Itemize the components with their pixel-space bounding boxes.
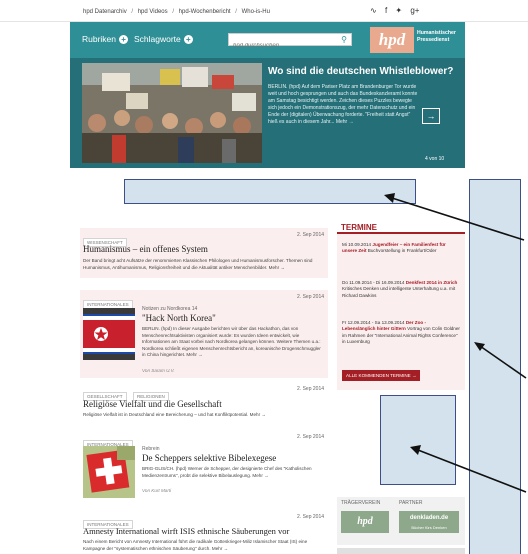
event-date: Do 11.09.2014 - Di 16.09.2014: [342, 280, 405, 285]
event-date: Fr 12.09.2014 - Sa 13.09.2014: [342, 320, 405, 325]
nav-schlagworte-label: Schlagworte: [134, 34, 181, 44]
north-korea-flag-image: [83, 308, 135, 360]
event-item[interactable]: Do 11.09.2014 - Di 16.09.2014 Denkfest 2…: [342, 280, 460, 299]
article-card[interactable]: Wissenschaft 2. Sep 2014 Humanismus – ei…: [80, 228, 328, 278]
article-teaser: BRIG-GLIS/CH. (hpd) Werner de Schepper, …: [142, 466, 312, 478]
banner-ad-placeholder[interactable]: [124, 179, 416, 204]
events-header: TERMINE: [337, 220, 465, 234]
plus-icon: +: [183, 35, 193, 44]
rss-icon[interactable]: ∿: [370, 6, 377, 15]
article-card[interactable]: Internationales 2. Sep 2014 Amnesty Inte…: [80, 510, 328, 554]
article-author: Von Kurt Marti: [142, 488, 172, 493]
article-title[interactable]: Amnesty International wirft ISIS ethnisc…: [83, 526, 289, 536]
article-thumbnail[interactable]: [83, 446, 135, 498]
event-item[interactable]: Fr 12.09.2014 - Sa 13.09.2014 Der Zoo - …: [342, 320, 460, 346]
search-input[interactable]: [229, 40, 329, 52]
nav-schlagworte[interactable]: Schlagworte +: [134, 34, 193, 44]
article-card[interactable]: Gesellschaft Religionen 2. Sep 2014 Reli…: [80, 382, 328, 424]
separator: /: [235, 9, 237, 15]
separator: /: [172, 9, 174, 15]
article-teaser: BERLIN. (hpd) In dieser Ausgabe berichte…: [142, 326, 321, 357]
article-teaser: Der Band bringt acht Aufsätze der renomm…: [83, 258, 313, 270]
article-title[interactable]: De Scheppers selektive Bibelexegese: [142, 453, 276, 463]
facebook-icon[interactable]: f: [385, 6, 387, 15]
events-sidebar: TERMINE Mi 10.09.2014 Jugendfeier – ein …: [337, 220, 465, 390]
article-teaser: Religiöse Vielfalt ist in Deutschland ei…: [83, 412, 267, 417]
article-subtitle: Rebrein: [142, 446, 160, 452]
site-header: Rubriken+ Schlagworte+ ⚲ hpd Humanistisc…: [70, 22, 465, 58]
skyscraper-ad-placeholder[interactable]: [469, 179, 521, 554]
partner-logo-name: denkladen.de: [409, 515, 449, 521]
swiss-flag-image: [83, 446, 135, 498]
article-card[interactable]: Internationales 2. Sep 2014 Notizen zu N…: [80, 290, 328, 378]
event-description: Buchvorstellung in Frankfurt/Oder: [367, 248, 437, 254]
article-thumbnail[interactable]: [83, 308, 135, 360]
nav-rubriken-label: Rubriken: [82, 34, 117, 44]
top-utility-bar: hpd Datenarchiv / hpd Videos / hpd-Woche…: [0, 0, 528, 22]
google-plus-icon[interactable]: g+: [410, 6, 419, 15]
article-author: Von Saram U.V.: [142, 368, 175, 373]
top-link-videos[interactable]: hpd Videos: [138, 9, 168, 15]
article-title[interactable]: "Hack North Korea": [142, 313, 216, 323]
page: hpd Datenarchiv / hpd Videos / hpd-Woche…: [0, 0, 528, 554]
partner-logo[interactable]: denkladen.de Bücher fürs Denken: [399, 511, 459, 533]
traegerverein-logo[interactable]: hpd: [341, 511, 389, 533]
article-teaser: Nach einem Bericht von Amnesty Internati…: [83, 539, 308, 551]
top-link-datenarchiv[interactable]: hpd Datenarchiv: [83, 9, 127, 15]
hero-image[interactable]: [82, 63, 262, 163]
article-date: 2. Sep 2014: [297, 232, 324, 238]
logo-text: Humanistischer Pressedienst: [417, 30, 459, 43]
event-item[interactable]: Mi 10.09.2014 Jugendfeier – ein Familien…: [342, 242, 460, 255]
nav-rubriken[interactable]: Rubriken +: [82, 34, 129, 44]
twitter-icon[interactable]: ✦: [395, 6, 402, 15]
top-link-wochenbericht[interactable]: hpd-Wochenbericht: [179, 9, 231, 15]
article-date: 2. Sep 2014: [297, 294, 324, 300]
event-title[interactable]: Denkfest 2014 in Zürich: [406, 280, 458, 285]
article-card[interactable]: Internationales 2. Sep 2014 Rebrein De S…: [80, 430, 328, 508]
search-icon[interactable]: ⚲: [341, 35, 347, 44]
traegerverein-label: Trägerverein: [341, 500, 381, 506]
social-links: ∿ f ✦ g+: [370, 6, 425, 15]
article-subtitle: Notizen zu Nordkorea 14: [142, 306, 198, 312]
slide-counter: 4 von 10: [425, 156, 445, 162]
events-heading: TERMINE: [341, 223, 377, 232]
search-box: ⚲: [228, 33, 352, 52]
article-title[interactable]: Humanismus – ein offenes System: [83, 244, 208, 254]
separator: /: [131, 9, 134, 15]
article-title[interactable]: Religiöse Vielfalt und die Gesellschaft: [83, 399, 222, 409]
partners-box: Trägerverein Partner hpd denkladen.de Bü…: [337, 497, 465, 545]
logo-mark: hpd: [370, 27, 414, 53]
crowd-photo: [82, 63, 262, 163]
site-logo[interactable]: hpd Humanistischer Pressedienst: [370, 27, 458, 53]
hero-title[interactable]: Wo sind die deutschen Whistleblower?: [268, 66, 453, 77]
sidebar-bottom-strip: [337, 548, 465, 554]
article-date: 2. Sep 2014: [297, 514, 324, 520]
next-slide-button[interactable]: →: [422, 108, 440, 124]
hero-teaser: BERLIN. (hpd) Auf dem Pariser Platz am B…: [268, 84, 418, 125]
partner-label: Partner: [399, 500, 423, 506]
event-date: Mi 10.09.2014: [342, 242, 372, 247]
rectangle-ad-placeholder[interactable]: [380, 395, 456, 485]
event-description: Kritisches Denken und intelligente Unter…: [342, 286, 456, 298]
logo-line-2: Pressedienst: [417, 36, 450, 43]
hero-slider: Wo sind die deutschen Whistleblower? BER…: [70, 58, 465, 168]
top-links: hpd Datenarchiv / hpd Videos / hpd-Woche…: [83, 9, 270, 15]
article-date: 2. Sep 2014: [297, 434, 324, 440]
article-date: 2. Sep 2014: [297, 386, 324, 392]
top-link-who-is-hu[interactable]: Who-is-Hu: [242, 9, 270, 15]
logo-line-1: Humanistischer: [417, 30, 456, 36]
partner-logo-tagline: Bücher fürs Denken: [411, 525, 447, 530]
all-events-button[interactable]: ALLE KOMMENDEN TERMINE →: [342, 370, 420, 381]
plus-icon: +: [119, 35, 129, 44]
